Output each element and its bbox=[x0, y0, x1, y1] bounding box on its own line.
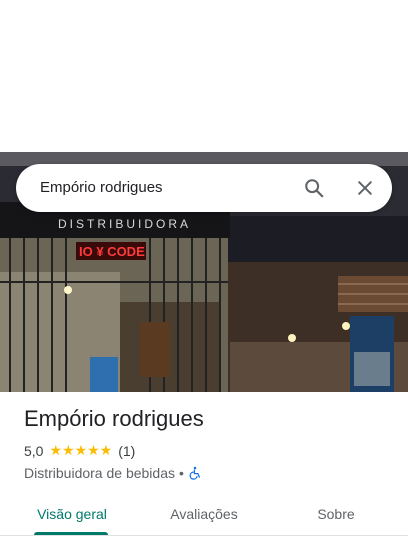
search-input[interactable]: Empório rodrigues bbox=[40, 164, 163, 212]
sign-text: DISTRIBUIDORA bbox=[58, 217, 191, 231]
place-title: Empório rodrigues bbox=[24, 406, 204, 431]
rating-row[interactable]: 5,0 ★★★★★ (1) bbox=[24, 442, 394, 459]
wheelchair-icon bbox=[189, 466, 200, 480]
search-bar[interactable]: Empório rodrigues bbox=[16, 164, 392, 212]
category-row: Distribuidora de bebidas • bbox=[24, 465, 394, 481]
close-icon bbox=[358, 181, 372, 195]
separator-dot: • bbox=[178, 465, 184, 481]
star-rating-icon: ★★★★★ bbox=[49, 442, 113, 458]
search-button[interactable] bbox=[296, 170, 332, 206]
rating-value: 5,0 bbox=[24, 442, 44, 459]
place-info: Empório rodrigues 5,0 ★★★★★ (1) Distribu… bbox=[24, 406, 394, 481]
neon-sign-text: IO ¥ CODE bbox=[79, 244, 145, 259]
tab-reviews[interactable]: Avaliações bbox=[152, 492, 256, 536]
place-category: Distribuidora de bebidas bbox=[24, 465, 175, 481]
tabs-divider bbox=[0, 535, 408, 536]
place-tabs: Visão geral Avaliações Sobre bbox=[0, 492, 408, 544]
review-count: (1) bbox=[118, 442, 136, 459]
clear-search-button[interactable] bbox=[347, 170, 383, 206]
tab-about[interactable]: Sobre bbox=[284, 492, 388, 536]
search-icon bbox=[305, 179, 324, 198]
tab-overview[interactable]: Visão geral bbox=[20, 492, 124, 536]
